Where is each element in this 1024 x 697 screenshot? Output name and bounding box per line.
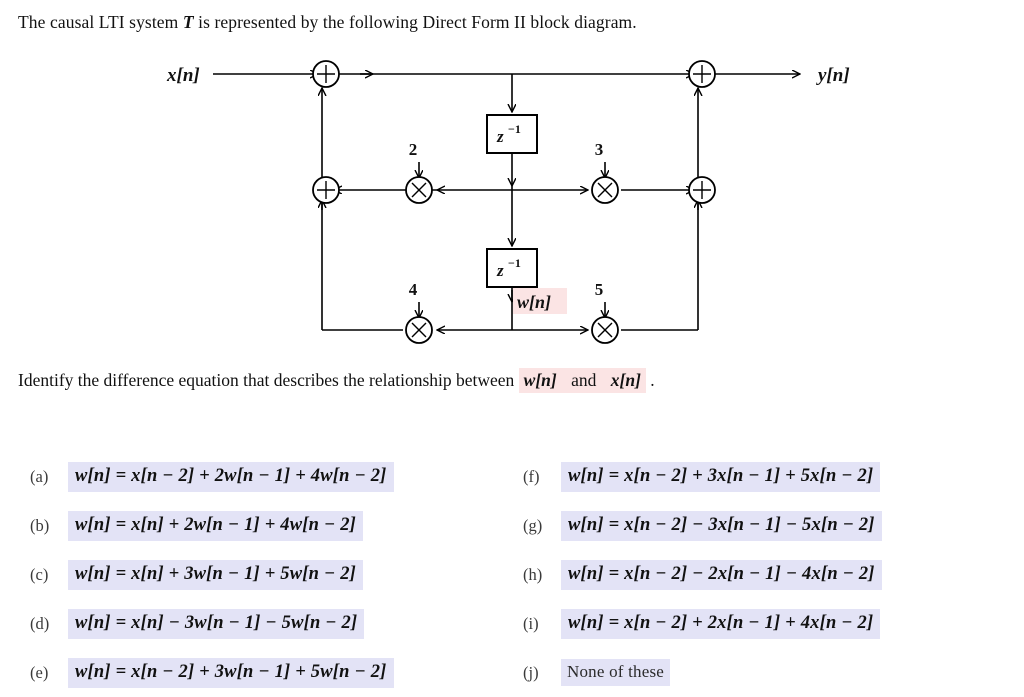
option-g-text[interactable]: w[n] = x[n − 2] − 3x[n − 1] − 5x[n − 2]: [561, 510, 882, 541]
option-i-text[interactable]: w[n] = x[n − 2] + 2x[n − 1] + 4x[n − 2]: [561, 608, 881, 639]
gain-label-2: 2: [409, 140, 418, 159]
direct-form-ii-block-diagram: x[n] y[n] z −1 z −1 2 3 4 5 w[n]: [0, 50, 1024, 350]
adder-top-left: [312, 60, 340, 88]
answer-options-right-column: (f) w[n] = x[n − 2] + 3x[n − 1] + 5x[n −…: [523, 452, 1023, 697]
option-i[interactable]: (i) w[n] = x[n − 2] + 2x[n − 1] + 4x[n −…: [523, 599, 1023, 648]
gain-label-3: 3: [595, 140, 604, 159]
option-b[interactable]: (b) w[n] = x[n] + 2w[n − 1] + 4w[n − 2]: [30, 501, 520, 550]
intro-text-after: is represented by the following Direct F…: [193, 12, 637, 32]
option-g[interactable]: (g) w[n] = x[n − 2] − 3x[n − 1] − 5x[n −…: [523, 501, 1023, 550]
option-a-tag: (a): [30, 466, 49, 486]
gain-label-4: 4: [409, 280, 418, 299]
option-g-tag: (g): [523, 515, 543, 535]
question-text-before: Identify the difference equation that de…: [18, 370, 519, 390]
option-j-tag: (j): [523, 662, 539, 682]
option-f-tag: (f): [523, 466, 540, 486]
intro-sentence: The causal LTI system T is represented b…: [18, 12, 637, 33]
option-j[interactable]: (j) None of these: [523, 648, 1023, 697]
multiplier-gain-3: [591, 176, 619, 204]
multiplier-gain-4: [405, 316, 433, 344]
option-d[interactable]: (d) w[n] = x[n] − 3w[n − 1] − 5w[n − 2]: [30, 599, 520, 648]
option-e-text[interactable]: w[n] = x[n − 2] + 3w[n − 1] + 5w[n − 2]: [68, 657, 394, 688]
option-c-tag: (c): [30, 564, 49, 584]
question-text-after: .: [645, 370, 655, 390]
question-var-x: x[n]: [605, 368, 646, 393]
option-j-text[interactable]: None of these: [561, 659, 671, 686]
option-h[interactable]: (h) w[n] = x[n − 2] − 2x[n − 1] − 4x[n −…: [523, 550, 1023, 599]
option-d-text[interactable]: w[n] = x[n] − 3w[n − 1] − 5w[n − 2]: [68, 608, 365, 639]
option-b-text[interactable]: w[n] = x[n] + 2w[n − 1] + 4w[n − 2]: [68, 510, 364, 541]
multiplier-gain-5: [591, 316, 619, 344]
option-a[interactable]: (a) w[n] = x[n − 2] + 2w[n − 1] + 4w[n −…: [30, 452, 520, 501]
option-e-tag: (e): [30, 662, 49, 682]
adder-mid-right: [688, 176, 716, 204]
question-sentence: Identify the difference equation that de…: [18, 368, 655, 393]
multiplier-gain-2: [405, 176, 433, 204]
adder-mid-left: [312, 176, 340, 204]
intro-text-before: The causal LTI system: [18, 12, 183, 32]
option-c-text[interactable]: w[n] = x[n] + 3w[n − 1] + 5w[n − 2]: [68, 559, 364, 590]
gain-label-5: 5: [595, 280, 604, 299]
option-e[interactable]: (e) w[n] = x[n − 2] + 3w[n − 1] + 5w[n −…: [30, 648, 520, 697]
svg-text:−1: −1: [508, 122, 521, 136]
option-i-tag: (i): [523, 613, 539, 633]
system-symbol: T: [182, 12, 194, 32]
option-c[interactable]: (c) w[n] = x[n] + 3w[n − 1] + 5w[n − 2]: [30, 550, 520, 599]
option-a-text[interactable]: w[n] = x[n − 2] + 2w[n − 1] + 4w[n − 2]: [68, 461, 394, 492]
question-text-between: and: [561, 368, 606, 393]
svg-text:z: z: [496, 261, 504, 280]
svg-text:z: z: [496, 127, 504, 146]
label-intermediate-wn: w[n]: [517, 292, 551, 312]
option-f-text[interactable]: w[n] = x[n − 2] + 3x[n − 1] + 5x[n − 2]: [561, 461, 881, 492]
option-f[interactable]: (f) w[n] = x[n − 2] + 3x[n − 1] + 5x[n −…: [523, 452, 1023, 501]
adder-top-right: [688, 60, 716, 88]
label-input-xn: x[n]: [166, 65, 200, 86]
label-output-yn: y[n]: [816, 65, 850, 86]
answer-options-left-column: (a) w[n] = x[n − 2] + 2w[n − 1] + 4w[n −…: [30, 452, 520, 697]
option-b-tag: (b): [30, 515, 50, 535]
option-d-tag: (d): [30, 613, 50, 633]
option-h-tag: (h): [523, 564, 543, 584]
svg-text:−1: −1: [508, 256, 521, 270]
option-h-text[interactable]: w[n] = x[n − 2] − 2x[n − 1] − 4x[n − 2]: [561, 559, 882, 590]
question-var-w: w[n]: [518, 368, 562, 393]
